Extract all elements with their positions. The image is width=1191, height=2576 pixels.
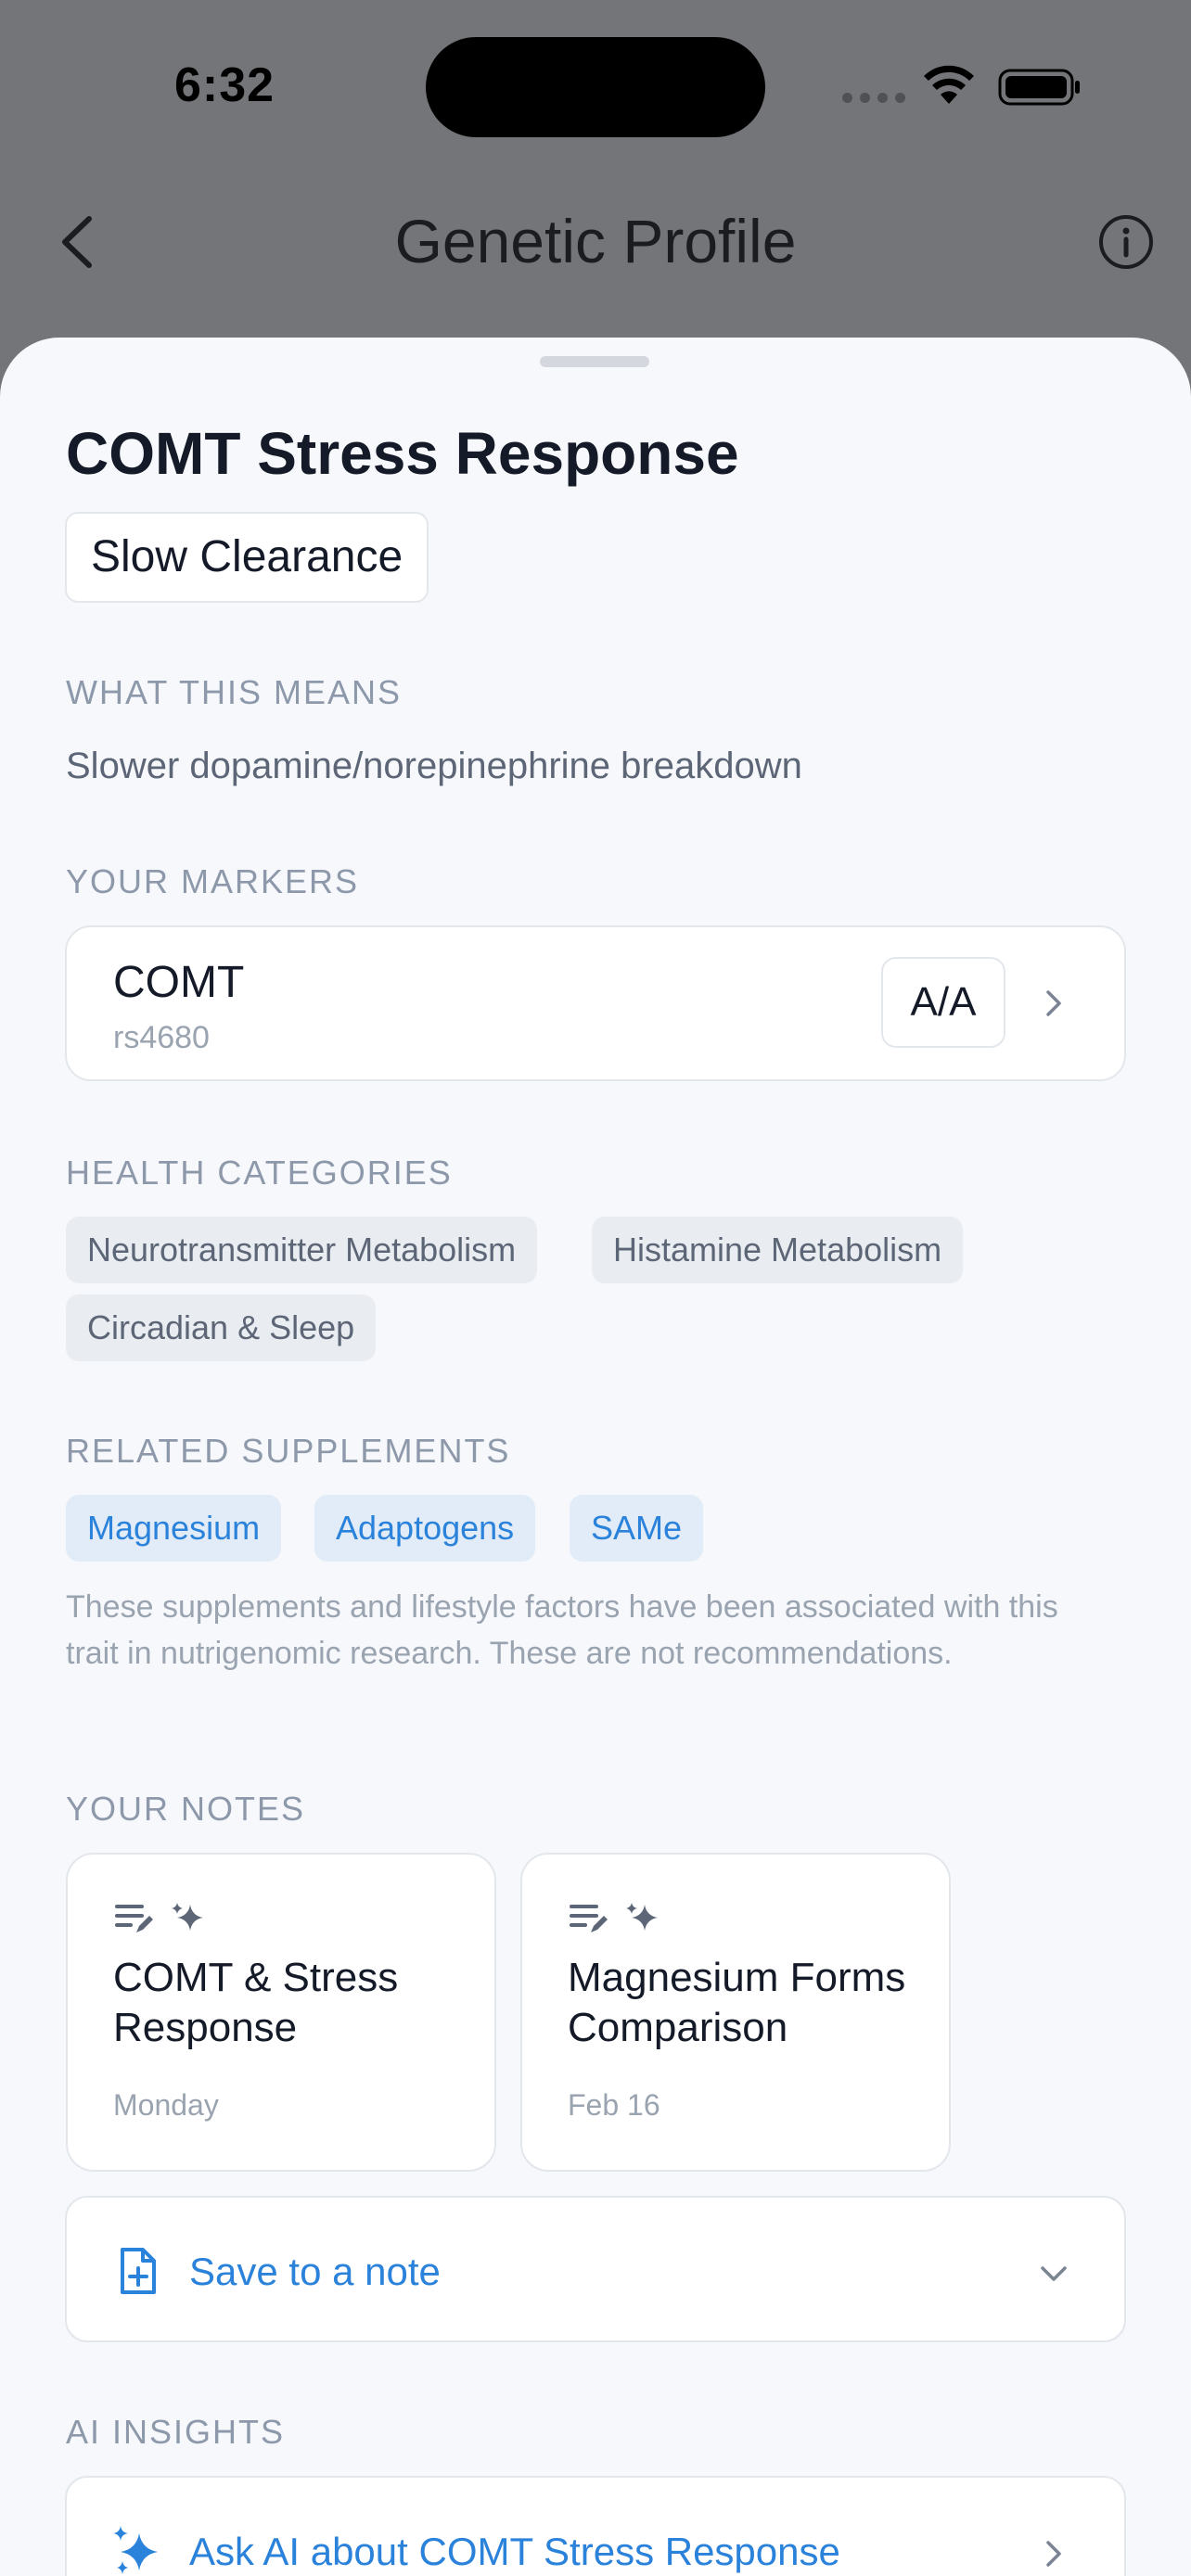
sparkles-icon (626, 1903, 658, 1931)
note-edit-icon (570, 1905, 608, 1932)
category-chip[interactable]: Neurotransmitter Metabolism (66, 1217, 538, 1283)
dynamic-island (426, 37, 765, 137)
note-title: COMT & Stress Response (113, 1955, 399, 2050)
section-label-meaning: WHAT THIS MEANS (66, 673, 403, 711)
marker-rsid: rs4680 (113, 1020, 210, 1055)
status-bar: 6:32 (0, 0, 1191, 176)
chevron-down-icon (1041, 2266, 1067, 2281)
supplement-chip[interactable]: Adaptogens (314, 1495, 536, 1562)
section-label-ai-insights: AI INSIGHTS (66, 2413, 286, 2451)
save-to-note-label: Save to a note (189, 2250, 441, 2293)
note-card[interactable]: Magnesium Forms Comparison Feb 16 (520, 1853, 951, 2172)
section-label-health-categories: HEALTH CATEGORIES (66, 1154, 453, 1192)
section-label-notes: YOUR NOTES (66, 1790, 306, 1828)
note-date: Monday (113, 2088, 219, 2122)
cellular-signal-icon (842, 93, 905, 103)
section-label-markers: YOUR MARKERS (66, 862, 360, 900)
genotype-badge: A/A (881, 957, 1005, 1048)
marker-gene: COMT (113, 958, 245, 1007)
wifi-icon (924, 65, 974, 104)
meaning-text: Slower dopamine/norepinephrine breakdown (66, 746, 802, 786)
chevron-right-icon (1046, 990, 1061, 1016)
sparkles-icon (172, 1903, 203, 1931)
note-title: Magnesium Forms Comparison (568, 1955, 906, 2050)
chevron-right-icon (1046, 2541, 1061, 2567)
info-icon[interactable] (1097, 213, 1155, 271)
trait-detail-sheet: COMT Stress Response Slow Clearance WHAT… (0, 338, 1191, 2576)
screen: 6:32 Genetic Profile COMT Stress Respons… (0, 0, 1191, 2576)
supplement-chip[interactable]: SAMe (570, 1495, 704, 1562)
marker-row[interactable]: COMT rs4680 A/A (65, 925, 1126, 1081)
note-date: Feb 16 (568, 2088, 660, 2122)
sparkles-icon (113, 2526, 158, 2574)
battery-icon (998, 69, 1080, 106)
supplement-chip[interactable]: Magnesium (66, 1495, 282, 1562)
sheet-grabber[interactable] (540, 356, 649, 367)
category-chip[interactable]: Histamine Metabolism (592, 1217, 964, 1283)
section-label-supplements: RELATED SUPPLEMENTS (66, 1432, 511, 1470)
trait-title: COMT Stress Response (66, 420, 739, 487)
note-card[interactable]: COMT & Stress Response Monday (66, 1853, 496, 2172)
note-edit-icon (115, 1905, 153, 1932)
file-plus-icon (121, 2248, 156, 2294)
save-to-note-button[interactable]: Save to a note (65, 2196, 1126, 2342)
trait-status-badge: Slow Clearance (65, 512, 429, 603)
ask-ai-label: Ask AI about COMT Stress Response (189, 2530, 840, 2573)
nav-title: Genetic Profile (394, 207, 797, 275)
ask-ai-button[interactable]: Ask AI about COMT Stress Response (65, 2476, 1126, 2576)
supplements-disclaimer: These supplements and lifestyle factors … (66, 1589, 1058, 1671)
category-chip[interactable]: Circadian & Sleep (66, 1294, 377, 1361)
status-time: 6:32 (174, 58, 275, 112)
